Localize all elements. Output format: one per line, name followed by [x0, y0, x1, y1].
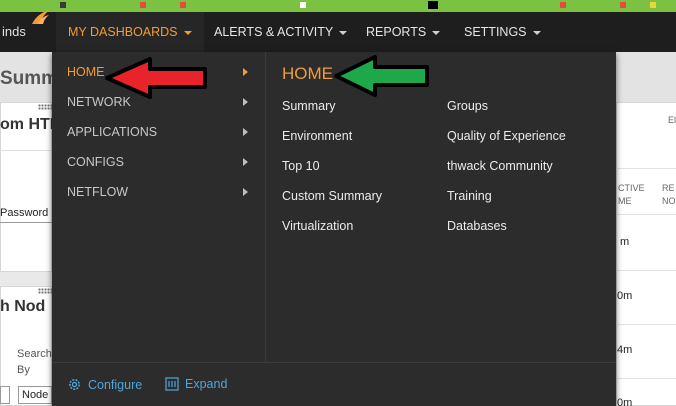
- nav-reports-label: REPORTS: [366, 25, 427, 39]
- table-row-divider: [616, 270, 676, 271]
- banner-decoration: [428, 1, 438, 9]
- chevron-right-icon: [243, 98, 248, 106]
- menu-category-configs[interactable]: CONFIGS: [52, 147, 266, 177]
- panel-title: h Nod: [0, 298, 46, 315]
- green-annotation-arrow-icon: [334, 55, 429, 97]
- banner-decoration: [620, 2, 626, 8]
- chevron-down-icon: [532, 30, 541, 35]
- menu-category-applications[interactable]: APPLICATIONS: [52, 117, 266, 147]
- red-annotation-arrow-icon: [105, 57, 207, 99]
- chevron-down-icon: [183, 30, 192, 35]
- menu-link-custom-summary[interactable]: Custom Summary: [282, 189, 382, 203]
- chevron-right-icon: [243, 158, 248, 166]
- configure-label: Configure: [88, 377, 143, 392]
- menu-category-label: APPLICATIONS: [67, 125, 158, 139]
- menu-category-label: NETFLOW: [67, 185, 129, 199]
- brand-flame-icon: [32, 10, 50, 24]
- menu-link-training[interactable]: Training: [447, 189, 492, 203]
- chevron-right-icon: [243, 68, 248, 76]
- menu-link-thwack-community[interactable]: thwack Community: [447, 159, 553, 173]
- brand-text: inds: [2, 24, 26, 39]
- banner-decoration: [300, 2, 306, 8]
- drag-handle-icon[interactable]: [38, 288, 52, 294]
- menu-category-label: HOME: [67, 65, 105, 79]
- divider: [616, 168, 676, 169]
- header-line: RE: [662, 183, 675, 193]
- column-header-rec: RE NO: [662, 182, 676, 208]
- divider: [0, 150, 52, 151]
- menu-link-top-10[interactable]: Top 10: [282, 159, 320, 173]
- chevron-down-icon: [432, 30, 441, 35]
- chevron-down-icon: [339, 30, 348, 35]
- nav-alerts-activity-label: ALERTS & ACTIVITY: [214, 25, 334, 39]
- page-title: Summ: [0, 68, 59, 89]
- search-label: Search: [17, 348, 52, 360]
- gear-icon: [69, 379, 80, 390]
- nav-settings-label: SETTINGS: [464, 25, 527, 39]
- menu-link-environment[interactable]: Environment: [282, 129, 352, 143]
- expand-link[interactable]: Expand: [165, 377, 227, 391]
- table-row-divider: [616, 378, 676, 379]
- top-banner-strip: [0, 0, 676, 12]
- menu-link-groups[interactable]: Groups: [447, 99, 488, 113]
- drag-handle-icon[interactable]: [38, 104, 52, 110]
- menu-link-virtualization[interactable]: Virtualization: [282, 219, 353, 233]
- banner-decoration: [140, 2, 146, 8]
- table-cell: 0m: [617, 290, 633, 302]
- chevron-right-icon: [243, 128, 248, 136]
- chevron-right-icon: [243, 188, 248, 196]
- menu-link-databases[interactable]: Databases: [447, 219, 507, 233]
- table-cell: m: [620, 236, 630, 248]
- configure-link[interactable]: Configure: [67, 377, 142, 392]
- banner-decoration: [60, 2, 66, 8]
- nav-my-dashboards[interactable]: MY DASHBOARDS: [56, 12, 204, 52]
- status-table-panel: [616, 102, 676, 406]
- nav-my-dashboards-label: MY DASHBOARDS: [68, 25, 178, 39]
- search-input[interactable]: [0, 386, 10, 404]
- nav-alerts-activity[interactable]: ALERTS & ACTIVITY: [202, 12, 359, 52]
- expand-label: Expand: [185, 377, 228, 391]
- header-line: CTIVE: [618, 183, 645, 193]
- password-field-line[interactable]: [0, 222, 52, 223]
- nav-reports[interactable]: REPORTS: [354, 12, 452, 52]
- menu-category-netflow[interactable]: NETFLOW: [52, 177, 266, 207]
- nav-settings[interactable]: SETTINGS: [452, 12, 553, 52]
- submenu-heading: HOME: [282, 64, 333, 83]
- banner-decoration: [180, 2, 186, 8]
- search-by-select[interactable]: Node: [18, 386, 52, 404]
- menu-footer: Configure Expand: [52, 362, 616, 406]
- banner-decoration: [560, 2, 566, 8]
- menu-link-quality-of-experience[interactable]: Quality of Experience: [447, 129, 566, 143]
- dashboards-dropdown-menu: HOME NETWORK APPLICATIONS CONFIGS NETFLO…: [52, 52, 616, 406]
- by-label: By: [17, 364, 30, 376]
- table-row-divider: [616, 324, 676, 325]
- column-header-active-time: CTIVE ME: [618, 182, 645, 208]
- header-line: ME: [618, 196, 632, 206]
- banner-decoration: [650, 2, 656, 8]
- table-row-divider: [616, 214, 676, 215]
- table-cell: 4m: [617, 344, 633, 356]
- password-label: Password: [0, 207, 49, 219]
- header-line: NO: [662, 196, 676, 206]
- table-cell: 0m: [617, 397, 633, 406]
- menu-category-label: CONFIGS: [67, 155, 124, 169]
- expand-icon: [165, 377, 179, 391]
- column-header-el: El: [668, 115, 676, 125]
- menu-link-summary[interactable]: Summary: [282, 99, 335, 113]
